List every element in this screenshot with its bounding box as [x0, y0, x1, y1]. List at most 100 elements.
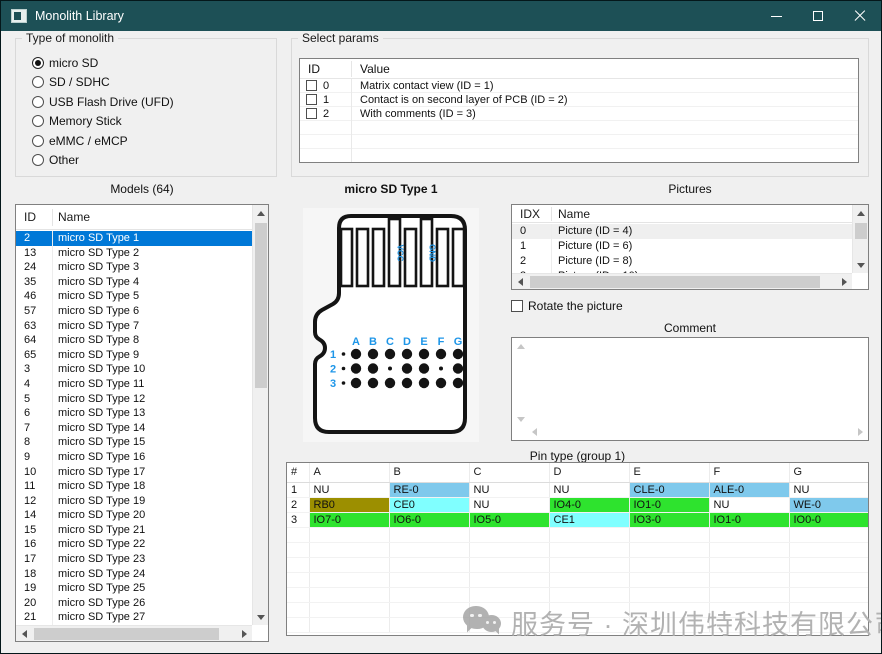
close-button[interactable]	[839, 1, 881, 31]
column-header-id[interactable]: ID	[16, 209, 53, 226]
pin-cell[interactable]: WE-0	[789, 497, 868, 512]
pin-cell[interactable]: IO0-0	[789, 512, 868, 527]
scroll-up-button[interactable]	[853, 205, 869, 221]
column-header-value[interactable]: Value	[352, 62, 390, 76]
minimize-button[interactable]	[755, 1, 797, 31]
table-row[interactable]: 7micro SD Type 14	[16, 421, 252, 436]
pin-cell[interactable]: NU	[709, 497, 789, 512]
pictures-hscroll-thumb[interactable]	[530, 276, 820, 288]
table-row[interactable]: 21micro SD Type 27	[16, 610, 252, 625]
table-row[interactable]: 3micro SD Type 10	[16, 362, 252, 377]
radio-option[interactable]: Other	[32, 154, 276, 167]
pin-cell[interactable]: ALE-0	[709, 482, 789, 497]
table-row[interactable]: 14micro SD Type 20	[16, 508, 252, 523]
radio-option[interactable]: micro SD	[32, 56, 276, 69]
scroll-left-button[interactable]	[512, 274, 528, 290]
maximize-button[interactable]	[797, 1, 839, 31]
column-header[interactable]: F	[709, 463, 789, 482]
comment-textarea[interactable]	[511, 337, 869, 441]
column-header[interactable]: #	[287, 463, 309, 482]
pictures-horizontal-scrollbar[interactable]	[512, 273, 852, 289]
models-vscroll-thumb[interactable]	[255, 223, 267, 388]
table-row[interactable]: 64micro SD Type 8	[16, 333, 252, 348]
table-row[interactable]: 9micro SD Type 16	[16, 450, 252, 465]
pin-cell[interactable]: CLE-0	[629, 482, 709, 497]
column-header-id[interactable]: ID	[300, 61, 352, 77]
pin-cell[interactable]: IO5-0	[469, 512, 549, 527]
column-header-idx[interactable]: IDX	[512, 207, 552, 221]
table-row[interactable]: 57micro SD Type 6	[16, 304, 252, 319]
param-checkbox[interactable]	[306, 80, 317, 91]
column-header[interactable]: D	[549, 463, 629, 482]
models-hscroll-thumb[interactable]	[34, 628, 219, 640]
table-row[interactable]: 18micro SD Type 24	[16, 567, 252, 582]
scroll-down-button[interactable]	[853, 257, 869, 273]
table-row[interactable]: 46micro SD Type 5	[16, 289, 252, 304]
table-row[interactable]: 6micro SD Type 13	[16, 406, 252, 421]
table-row[interactable]: 8micro SD Type 15	[16, 435, 252, 450]
table-row[interactable]: 35micro SD Type 4	[16, 275, 252, 290]
pin-cell[interactable]: CE0	[389, 497, 469, 512]
column-header[interactable]: G	[789, 463, 868, 482]
table-row[interactable]: 10micro SD Type 17	[16, 465, 252, 480]
models-horizontal-scrollbar[interactable]	[16, 625, 252, 641]
radio-option[interactable]: USB Flash Drive (UFD)	[32, 95, 276, 108]
pictures-vertical-scrollbar[interactable]	[852, 205, 868, 273]
table-row[interactable]: 2With comments (ID = 3)	[300, 107, 858, 121]
table-row[interactable]: 1Picture (ID = 6)	[512, 239, 852, 254]
pin-cell[interactable]: NU	[789, 482, 868, 497]
scroll-right-button[interactable]	[236, 626, 252, 642]
column-header[interactable]: B	[389, 463, 469, 482]
table-row[interactable]: 19micro SD Type 25	[16, 581, 252, 596]
table-row[interactable]: 4micro SD Type 11	[16, 377, 252, 392]
arrow-left-icon	[532, 428, 537, 436]
column-header-name[interactable]: Name	[53, 210, 90, 224]
table-row[interactable]: 2micro SD Type 1	[16, 231, 252, 246]
param-checkbox[interactable]	[306, 108, 317, 119]
scroll-right-button[interactable]	[836, 274, 852, 290]
pin-cell[interactable]: RB0	[309, 497, 389, 512]
table-row[interactable]: 20micro SD Type 26	[16, 596, 252, 611]
table-row[interactable]: 24micro SD Type 3	[16, 260, 252, 275]
column-header[interactable]: C	[469, 463, 549, 482]
pictures-vscroll-thumb[interactable]	[855, 223, 867, 239]
table-row[interactable]: 63micro SD Type 7	[16, 319, 252, 334]
radio-option[interactable]: Memory Stick	[32, 115, 276, 128]
table-row[interactable]: 12micro SD Type 19	[16, 494, 252, 509]
column-header-name[interactable]: Name	[552, 207, 590, 221]
table-row[interactable]: 1Contact is on second layer of PCB (ID =…	[300, 93, 858, 107]
scroll-up-button[interactable]	[253, 205, 269, 221]
pin-cell[interactable]: IO7-0	[309, 512, 389, 527]
pin-cell[interactable]: IO1-0	[709, 512, 789, 527]
pin-cell[interactable]: NU	[309, 482, 389, 497]
table-row[interactable]: 5micro SD Type 12	[16, 392, 252, 407]
radio-option[interactable]: eMMC / eMCP	[32, 134, 276, 147]
pin-cell[interactable]: NU	[469, 482, 549, 497]
pin-cell[interactable]: IO1-0	[629, 497, 709, 512]
pin-cell[interactable]: IO4-0	[549, 497, 629, 512]
table-row[interactable]: 17micro SD Type 23	[16, 552, 252, 567]
pin-cell[interactable]: NU	[469, 497, 549, 512]
scroll-left-button[interactable]	[16, 626, 32, 642]
radio-option[interactable]: SD / SDHC	[32, 76, 276, 89]
table-row[interactable]: 0Picture (ID = 4)	[512, 224, 852, 239]
table-row[interactable]: 2Picture (ID = 8)	[512, 254, 852, 269]
column-header[interactable]: E	[629, 463, 709, 482]
pin-cell[interactable]: RE-0	[389, 482, 469, 497]
param-checkbox[interactable]	[306, 94, 317, 105]
table-row[interactable]: 0Matrix contact view (ID = 1)	[300, 79, 858, 93]
rotate-checkbox[interactable]	[511, 300, 523, 312]
column-header[interactable]: A	[309, 463, 389, 482]
pin-cell[interactable]: IO3-0	[629, 512, 709, 527]
pin-cell[interactable]: IO6-0	[389, 512, 469, 527]
models-vertical-scrollbar[interactable]	[252, 205, 268, 625]
table-row[interactable]: 15micro SD Type 21	[16, 523, 252, 538]
scroll-down-button[interactable]	[253, 609, 269, 625]
rotate-picture-option[interactable]: Rotate the picture	[511, 299, 623, 313]
pin-cell[interactable]: NU	[549, 482, 629, 497]
table-row[interactable]: 11micro SD Type 18	[16, 479, 252, 494]
table-row[interactable]: 16micro SD Type 22	[16, 537, 252, 552]
table-row[interactable]: 13micro SD Type 2	[16, 246, 252, 261]
table-row[interactable]: 65micro SD Type 9	[16, 348, 252, 363]
pin-cell[interactable]: CE1	[549, 512, 629, 527]
